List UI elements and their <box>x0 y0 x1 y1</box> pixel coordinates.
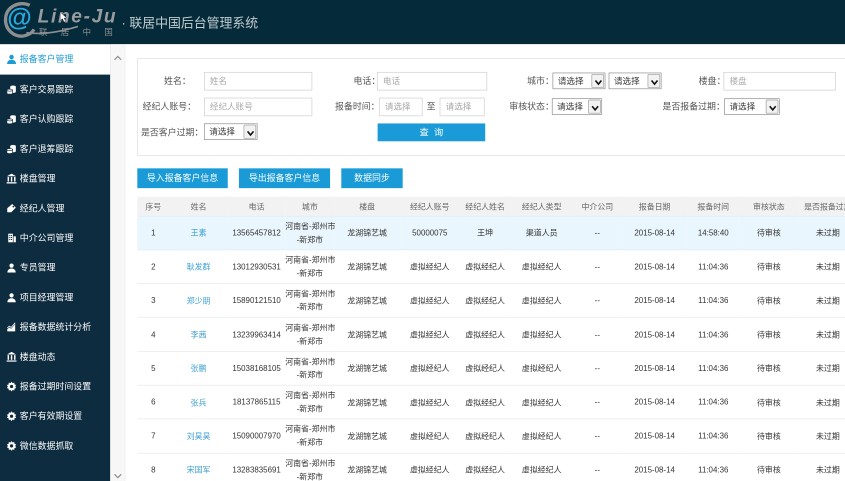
svg-text:@: @ <box>7 4 31 32</box>
